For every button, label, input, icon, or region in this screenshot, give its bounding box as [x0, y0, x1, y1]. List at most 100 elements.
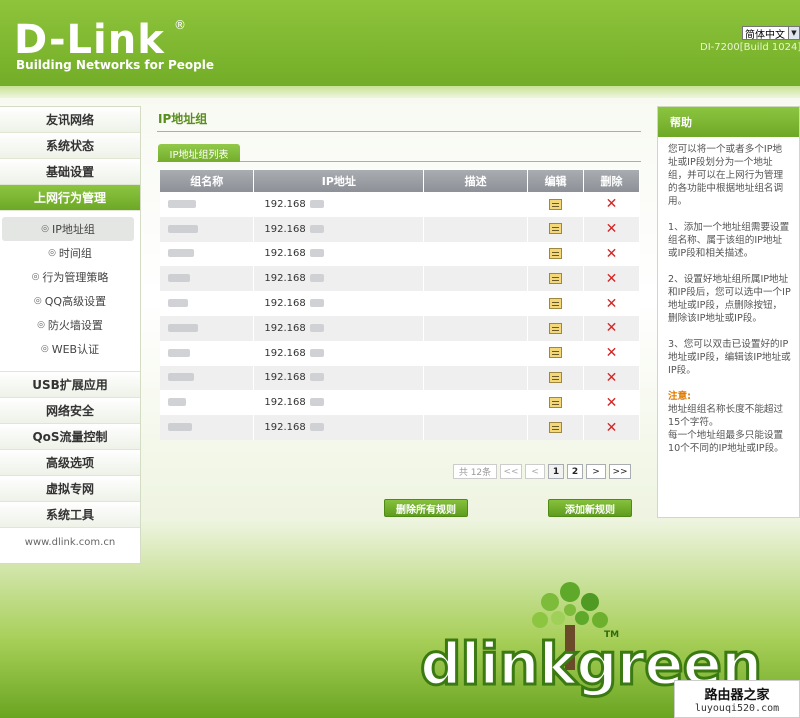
language-value: 简体中文: [745, 29, 785, 41]
help-step-3: 3、您可以双击已设置好的IP地址或IP段，编辑该IP地址或IP段。: [668, 339, 791, 376]
cell-ip-address: 192.168: [253, 216, 425, 242]
table-row[interactable]: 192.168 ✕: [160, 340, 640, 366]
tab-ip-group-list[interactable]: IP地址组列表: [158, 144, 240, 162]
bullet-icon: ◎: [48, 248, 56, 258]
subnav-ip-group[interactable]: ◎ IP地址组: [2, 217, 134, 241]
edit-icon[interactable]: [549, 297, 563, 309]
edit-icon[interactable]: [549, 421, 563, 433]
help-step-2: 2、设置好地址组所属IP地址和IP段后，您可以选中一个IP地址或IP段，点删除按…: [668, 274, 791, 324]
pager-page-2[interactable]: 2: [567, 464, 583, 479]
delete-icon[interactable]: ✕: [606, 221, 618, 237]
edit-icon[interactable]: [549, 223, 563, 235]
header-band: [0, 86, 800, 98]
table-row[interactable]: 192.168 ✕: [160, 291, 640, 316]
edit-icon[interactable]: [549, 397, 563, 409]
subnav: ◎ IP地址组 ◎ 时间组 ◎ 行为管理策略 ◎ QQ高级设置 ◎ 防火墙设置 ◎ WEB认…: [0, 211, 140, 372]
nav-footer-link[interactable]: www.dlink.com.cn: [0, 528, 140, 556]
delete-icon[interactable]: ✕: [606, 271, 618, 287]
table-row[interactable]: 192.168 ✕: [160, 192, 640, 217]
nav-item-system-tools[interactable]: 系统工具: [0, 502, 140, 528]
cell-edit: [527, 266, 585, 292]
redacted-name: [168, 398, 186, 407]
redacted-name: [168, 199, 196, 208]
pager-prev-button[interactable]: <: [525, 464, 545, 479]
redacted-ip: [309, 323, 324, 332]
nav-item-behavior-management[interactable]: 上网行为管理: [0, 185, 140, 211]
redacted-ip: [309, 224, 324, 233]
edit-icon[interactable]: [549, 347, 563, 359]
table-row[interactable]: 192.168 ✕: [160, 315, 640, 341]
edit-icon[interactable]: [549, 372, 563, 384]
redacted-name: [168, 348, 190, 357]
redacted-name: [168, 373, 194, 382]
col-delete: 删除: [583, 170, 640, 192]
cell-description: [423, 192, 529, 217]
dlink-logo: D-Link: [14, 17, 165, 63]
table-row[interactable]: 192.168 ✕: [160, 266, 640, 292]
nav-item-qos[interactable]: QoS流量控制: [0, 424, 140, 450]
redacted-name: [168, 274, 190, 283]
help-note-2: 每一个地址组最多只能设置10个不同的IP地址或IP段。: [668, 430, 784, 454]
language-select[interactable]: 简体中文 ▼: [742, 26, 800, 41]
subnav-qq-settings[interactable]: ◎ QQ高级设置: [0, 289, 140, 313]
cell-edit: [527, 291, 585, 316]
table-row[interactable]: 192.168 ✕: [160, 390, 640, 416]
chevron-down-icon[interactable]: ▼: [788, 27, 799, 39]
delete-all-rules-button[interactable]: 删除所有规则: [384, 499, 468, 517]
delete-icon[interactable]: ✕: [606, 370, 618, 386]
nav-item-usb[interactable]: USB扩展应用: [0, 372, 140, 398]
edit-icon[interactable]: [549, 322, 563, 334]
table-row[interactable]: 192.168 ✕: [160, 365, 640, 391]
pager-page-1[interactable]: 1: [548, 464, 564, 479]
ip-prefix: 192.168: [264, 347, 306, 359]
cell-description: [423, 315, 529, 341]
cell-ip-address: 192.168: [253, 390, 425, 416]
cell-description: [423, 266, 529, 292]
nav-item-system-status[interactable]: 系统状态: [0, 133, 140, 159]
delete-icon[interactable]: ✕: [606, 395, 618, 411]
cell-delete: ✕: [583, 216, 640, 242]
subnav-time-group[interactable]: ◎ 时间组: [0, 241, 140, 265]
pager-next-button[interactable]: >: [586, 464, 606, 479]
col-group-name: 组名称: [160, 170, 255, 192]
edit-icon[interactable]: [549, 273, 563, 285]
cell-edit: [527, 315, 585, 341]
ip-prefix: 192.168: [264, 223, 306, 235]
pager: 共 12条 << < 1 2 > >>: [453, 464, 631, 479]
redacted-name: [168, 224, 198, 233]
table-row[interactable]: 192.168 ✕: [160, 415, 640, 440]
pager-first-button[interactable]: <<: [500, 464, 522, 479]
cell-description: [423, 241, 529, 267]
main-content: IP地址组 IP地址组列表 组名称 IP地址 描述 编辑 删除 192.168 ✕…: [157, 106, 641, 517]
subnav-web-auth[interactable]: ◎ WEB认证: [0, 337, 140, 361]
delete-icon[interactable]: ✕: [606, 246, 618, 262]
edit-icon[interactable]: [549, 248, 563, 260]
nav-item-vpn[interactable]: 虚拟专网: [0, 476, 140, 502]
pager-last-button[interactable]: >>: [609, 464, 631, 479]
help-title: 帮助: [658, 107, 799, 137]
delete-icon[interactable]: ✕: [606, 420, 618, 436]
nav-item-dlink-network[interactable]: 友讯网络: [0, 107, 140, 133]
add-new-rule-button[interactable]: 添加新规则: [548, 499, 632, 517]
nav-item-network-security[interactable]: 网络安全: [0, 398, 140, 424]
ip-prefix: 192.168: [264, 198, 306, 210]
table-row[interactable]: 192.168 ✕: [160, 216, 640, 242]
ip-prefix: 192.168: [264, 372, 306, 384]
delete-icon[interactable]: ✕: [606, 345, 618, 361]
cell-description: [423, 340, 529, 366]
watermark-url: luyouqi520.com: [694, 703, 780, 714]
delete-icon[interactable]: ✕: [606, 320, 618, 336]
ip-prefix: 192.168: [264, 248, 306, 260]
subnav-policy[interactable]: ◎ 行为管理策略: [0, 265, 140, 289]
cell-delete: ✕: [583, 291, 640, 316]
subnav-label: QQ高级设置: [44, 295, 107, 308]
watermark-title: 路由器之家: [704, 688, 770, 703]
nav-item-advanced[interactable]: 高级选项: [0, 450, 140, 476]
subnav-firewall[interactable]: ◎ 防火墙设置: [0, 313, 140, 337]
delete-icon[interactable]: ✕: [606, 296, 618, 312]
delete-icon[interactable]: ✕: [606, 196, 618, 212]
edit-icon[interactable]: [549, 198, 563, 210]
page-title: IP地址组: [157, 106, 641, 132]
table-row[interactable]: 192.168 ✕: [160, 241, 640, 267]
nav-item-basic-settings[interactable]: 基础设置: [0, 159, 140, 185]
